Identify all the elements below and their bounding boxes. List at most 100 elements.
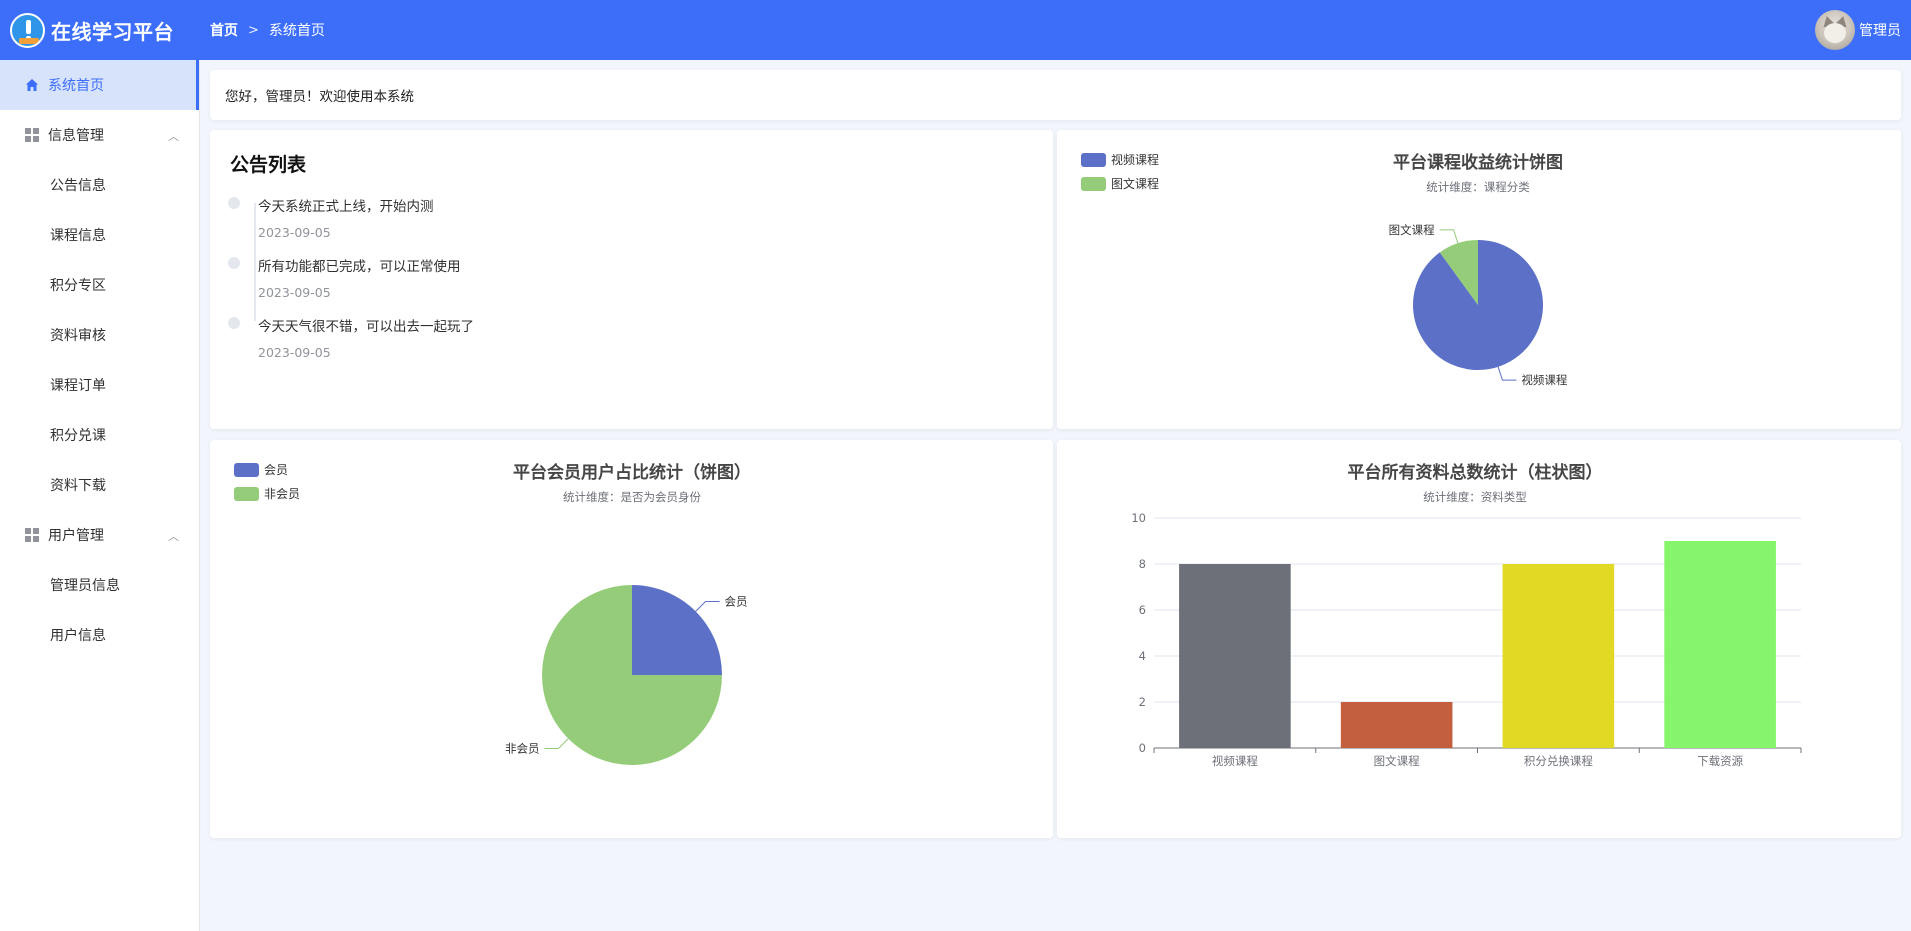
breadcrumb: 首页 > 系统首页	[210, 20, 325, 40]
legend-swatch	[1081, 153, 1106, 167]
chart-title: 平台会员用户占比统计（饼图）	[513, 462, 751, 483]
sidebar-item-label: 积分专区	[50, 278, 106, 294]
notice-content: 今天天气很不错，可以出去一起玩了	[258, 319, 474, 335]
member-ratio-pie-chart: 平台会员用户占比统计（饼图）统计维度：是否为会员身份会员非会员会员非会员	[234, 462, 751, 765]
x-tick-label: 图文课程	[1374, 754, 1420, 768]
sidebar-item-label: 管理员信息	[50, 578, 120, 594]
welcome-text: 您好，管理员！欢迎使用本系统	[225, 89, 414, 105]
pie-label-line	[695, 600, 720, 612]
sidebar-item-label: 资料下载	[50, 478, 106, 494]
chart-title: 平台课程收益统计饼图	[1393, 152, 1563, 173]
sidebar-item-points-exchange[interactable]: 积分兑课	[0, 410, 199, 460]
pie-label-line	[1439, 229, 1459, 244]
y-tick-label: 4	[1139, 649, 1146, 663]
user-name[interactable]: 管理员	[1859, 20, 1901, 40]
sidebar-group-users[interactable]: 用户管理 ︿	[0, 510, 199, 560]
chart-title: 平台所有资料总数统计（柱状图）	[1348, 462, 1603, 483]
legend-swatch	[1081, 177, 1106, 191]
notice-card: 公告列表 今天系统正式上线，开始内测 2023-09-05 所有功能都已完成，可…	[210, 130, 1053, 429]
pie-label: 图文课程	[1389, 223, 1435, 237]
chart-subtitle: 统计维度：是否为会员身份	[563, 490, 701, 504]
pie-slice	[632, 585, 722, 675]
sidebar-item-course-orders[interactable]: 课程订单	[0, 360, 199, 410]
timeline-dot	[228, 257, 240, 269]
breadcrumb-home[interactable]: 首页	[210, 20, 238, 40]
y-tick-label: 2	[1139, 695, 1146, 709]
chevron-up-icon: ︿	[168, 530, 179, 543]
chevron-right-icon: >	[248, 22, 259, 38]
sidebar-item-home[interactable]: 系统首页	[0, 60, 199, 110]
legend-label: 非会员	[264, 487, 300, 501]
legend-label: 会员	[264, 463, 288, 477]
sidebar-item-user-info[interactable]: 用户信息	[0, 610, 199, 660]
y-tick-label: 8	[1139, 557, 1146, 571]
top-header: 在线学习平台 首页 > 系统首页 管理员	[0, 0, 1911, 60]
sidebar-item-admin-info[interactable]: 管理员信息	[0, 560, 199, 610]
pie-label-line	[544, 738, 569, 750]
pie-label: 会员	[725, 594, 748, 608]
y-tick-label: 10	[1131, 511, 1146, 525]
notice-date: 2023-09-05	[258, 285, 331, 300]
logo-icon	[10, 12, 45, 48]
notice-content: 所有功能都已完成，可以正常使用	[258, 259, 461, 275]
list-item: 所有功能都已完成，可以正常使用 2023-09-05	[228, 255, 1033, 315]
y-tick-label: 0	[1139, 741, 1146, 755]
grid-icon	[24, 527, 40, 543]
course-revenue-pie-card: 平台课程收益统计饼图 统计维度：课程分类 视频课程 图文课程 视频课程 图文课程	[1057, 130, 1901, 429]
sidebar-item-material-download[interactable]: 资料下载	[0, 460, 199, 510]
sidebar-item-courses[interactable]: 课程信息	[0, 210, 199, 260]
notice-date: 2023-09-05	[258, 225, 331, 240]
breadcrumb-current: 系统首页	[268, 23, 325, 39]
sidebar-item-label: 用户管理	[48, 528, 104, 544]
materials-bar-chart: 平台所有资料总数统计（柱状图） 统计维度：资料类型 0 2 4 6 8 10 视频课程 图文课程 积…	[1131, 462, 1802, 768]
sidebar-item-points[interactable]: 积分专区	[0, 260, 199, 310]
sidebar-item-label: 系统首页	[48, 78, 104, 94]
sidebar-item-notices[interactable]: 公告信息	[0, 160, 199, 210]
avatar[interactable]	[1815, 10, 1855, 50]
sidebar-group-info[interactable]: 信息管理 ︿	[0, 110, 199, 160]
pie-label: 视频课程	[1521, 373, 1567, 387]
sidebar-item-label: 课程信息	[50, 228, 106, 244]
timeline-dot	[228, 317, 240, 329]
bar	[1340, 702, 1453, 748]
chart-subtitle: 统计维度：课程分类	[1426, 180, 1530, 194]
user-menu[interactable]: 管理员	[1815, 10, 1901, 50]
sidebar-item-label: 用户信息	[50, 628, 106, 644]
welcome-card: 您好，管理员！欢迎使用本系统	[210, 70, 1901, 120]
y-tick-label: 6	[1139, 603, 1146, 617]
member-ratio-pie-card: 平台会员用户占比统计（饼图） 统计维度：是否为会员身份 会员 非会员 会员 非会员	[210, 440, 1053, 838]
sidebar-item-label: 资料审核	[50, 328, 106, 344]
chevron-up-icon: ︿	[168, 130, 179, 143]
legend-label: 视频课程	[1111, 152, 1159, 167]
x-tick-label: 下载资源	[1697, 754, 1743, 768]
legend-swatch	[234, 487, 259, 501]
notice-content: 今天系统正式上线，开始内测	[258, 199, 434, 215]
pie-label-line	[1497, 366, 1517, 381]
notice-timeline: 今天系统正式上线，开始内测 2023-09-05 所有功能都已完成，可以正常使用…	[228, 195, 1033, 375]
notice-title: 公告列表	[230, 154, 307, 176]
chart-subtitle: 统计维度：资料类型	[1423, 490, 1527, 504]
list-item: 今天系统正式上线，开始内测 2023-09-05	[228, 195, 1033, 255]
course-revenue-pie-chart: 平台课程收益统计饼图统计维度：课程分类视频课程图文课程视频课程图文课程	[1081, 152, 1568, 387]
sidebar-item-material-review[interactable]: 资料审核	[0, 310, 199, 360]
grid-icon	[24, 127, 40, 143]
list-item: 今天天气很不错，可以出去一起玩了 2023-09-05	[228, 315, 1033, 375]
x-tick-label: 视频课程	[1212, 754, 1258, 768]
pie-label: 非会员	[505, 742, 540, 756]
legend-label: 图文课程	[1111, 176, 1159, 191]
sidebar-item-label: 信息管理	[48, 128, 104, 144]
timeline-dot	[228, 197, 240, 209]
bar	[1502, 564, 1615, 748]
notice-date: 2023-09-05	[258, 345, 331, 360]
sidebar-item-label: 公告信息	[50, 178, 106, 194]
home-icon	[24, 77, 40, 93]
legend-swatch	[234, 463, 259, 477]
sidebar-item-label: 积分兑课	[50, 428, 106, 444]
app-logo[interactable]: 在线学习平台	[0, 12, 200, 48]
bar	[1664, 541, 1776, 748]
app-title: 在线学习平台	[51, 19, 174, 44]
sidebar-item-label: 课程订单	[50, 378, 106, 394]
sidebar: 系统首页 信息管理 ︿ 公告信息 课程信息 积分专区 资料审核 课程订单 积分兑…	[0, 60, 200, 931]
materials-bar-card: 平台所有资料总数统计（柱状图） 统计维度：资料类型 0 2 4 6 8 10 视频课程 图文课程 积…	[1057, 440, 1901, 838]
x-tick-label: 积分兑换课程	[1524, 754, 1593, 768]
